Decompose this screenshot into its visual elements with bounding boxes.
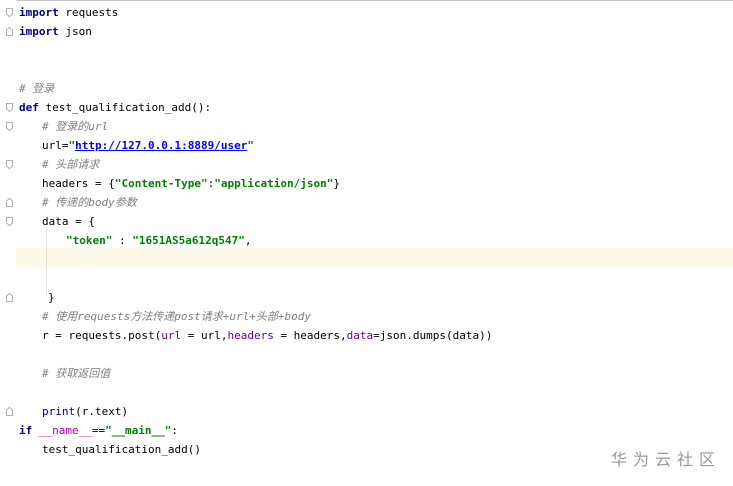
code-editor[interactable]: import requests import json # 登录 def test_q… (0, 0, 733, 486)
code-area[interactable]: import requests import json # 登录 def test_q… (0, 3, 733, 459)
code-token: "__main__" (105, 424, 172, 437)
code-line-text: # 登录的url (42, 117, 108, 136)
code-token: requests (58, 6, 119, 19)
code-token: url= (42, 139, 69, 152)
code-token: "1651AS5a612q547" (132, 234, 245, 247)
code-token: json (58, 25, 92, 38)
code-token: : (171, 424, 178, 437)
code-token: test_qualification_add() (42, 443, 201, 456)
fold-open-icon[interactable] (6, 122, 13, 131)
code-token: headers (227, 329, 274, 342)
fold-open-icon[interactable] (6, 103, 13, 112)
code-line[interactable]: # 头部请求 (0, 155, 733, 174)
code-line[interactable] (0, 250, 733, 269)
code-line[interactable]: import json (0, 22, 733, 41)
code-line[interactable]: "token" : "1651AS5a612q547", (0, 231, 733, 250)
code-token: test_qualification_add(): (38, 101, 212, 114)
code-line-text: # 获取返回值 (42, 364, 110, 383)
code-token: r = requests.post( (42, 329, 162, 342)
code-line[interactable] (0, 383, 733, 402)
code-token: print (42, 405, 76, 418)
code-line[interactable] (0, 60, 733, 79)
fold-close-icon[interactable] (6, 198, 13, 207)
code-line-text: } (48, 288, 55, 307)
code-token: : (112, 234, 133, 247)
code-token: "application/json" (214, 177, 334, 190)
code-token: , (244, 234, 252, 247)
fold-open-icon[interactable] (6, 217, 13, 226)
code-token: (r.text) (75, 405, 129, 418)
watermark-text: 华为云社区 (610, 450, 721, 469)
code-line[interactable]: # 获取返回值 (0, 364, 733, 383)
code-line[interactable]: print(r.text) (0, 402, 733, 421)
code-line-text: "token" : "1651AS5a612q547", (66, 231, 251, 250)
code-token: } (48, 291, 55, 304)
code-line[interactable]: r = requests.post(url = url,headers = he… (0, 326, 733, 345)
fold-open-icon[interactable] (6, 160, 13, 169)
code-line[interactable]: headers = {"Content-Type":"application/j… (0, 174, 733, 193)
code-line[interactable] (0, 269, 733, 288)
code-token: # 登录 (19, 82, 55, 95)
code-line-text: headers = {"Content-Type":"application/j… (42, 174, 340, 193)
code-token: import (19, 25, 59, 38)
code-line-text: # 登录 (19, 79, 54, 98)
code-token: data (346, 329, 374, 342)
code-line[interactable] (0, 345, 733, 364)
code-token: = headers, (273, 329, 347, 342)
code-line-text: print(r.text) (42, 402, 128, 421)
code-token: data = { (42, 215, 95, 228)
code-token: " (247, 139, 254, 152)
code-token: =json.dumps(data)) (373, 329, 493, 342)
code-token: __name__ (38, 424, 92, 437)
code-line[interactable]: def test_qualification_add(): (0, 98, 733, 117)
code-token: url (161, 329, 182, 342)
code-line-text: test_qualification_add() (42, 440, 201, 459)
code-token: import (19, 6, 59, 19)
code-token: def (19, 101, 39, 114)
code-token: "Content-Type" (114, 177, 208, 190)
code-line-text: data = { (42, 212, 95, 231)
code-token: # 传递的body参数 (42, 196, 137, 209)
code-token: http://127.0.0.1:8889/user (75, 139, 248, 152)
editor-top-border (0, 0, 733, 1)
code-line[interactable]: url="http://127.0.0.1:8889/user" (0, 136, 733, 155)
code-line-text: url="http://127.0.0.1:8889/user" (42, 136, 254, 155)
code-line-text: r = requests.post(url = url,headers = he… (42, 326, 492, 345)
code-line-text: import requests (19, 3, 118, 22)
code-token: # 使用requests方法传递post请求+url+头部+body (42, 310, 311, 323)
code-line[interactable]: # 登录 (0, 79, 733, 98)
code-token: = url, (181, 329, 228, 342)
code-line[interactable]: if __name__=="__main__": (0, 421, 733, 440)
code-line-text: if __name__=="__main__": (19, 421, 178, 440)
code-line[interactable]: } (0, 288, 733, 307)
code-token: # 登录的url (42, 120, 109, 133)
fold-close-icon[interactable] (6, 407, 13, 416)
code-token: # 获取返回值 (42, 367, 111, 380)
code-line[interactable]: # 登录的url (0, 117, 733, 136)
code-line[interactable] (0, 41, 733, 60)
code-line[interactable]: import requests (0, 3, 733, 22)
code-line[interactable]: data = { (0, 212, 733, 231)
code-line-text: # 使用requests方法传递post请求+url+头部+body (42, 307, 311, 326)
code-line[interactable]: # 使用requests方法传递post请求+url+头部+body (0, 307, 733, 326)
code-line-text: import json (19, 22, 92, 41)
code-line-text: # 头部请求 (42, 155, 99, 174)
code-token: # 头部请求 (42, 158, 100, 171)
fold-open-icon[interactable] (6, 8, 13, 17)
code-line[interactable]: # 传递的body参数 (0, 193, 733, 212)
fold-close-icon[interactable] (6, 293, 13, 302)
code-token: if (19, 424, 33, 437)
code-line-text: def test_qualification_add(): (19, 98, 211, 117)
code-token: "token" (66, 234, 113, 247)
code-token: headers = { (42, 177, 115, 190)
code-token: == (91, 424, 106, 437)
code-line-text: # 传递的body参数 (42, 193, 137, 212)
fold-close-icon[interactable] (6, 27, 13, 36)
code-token: } (333, 177, 341, 190)
